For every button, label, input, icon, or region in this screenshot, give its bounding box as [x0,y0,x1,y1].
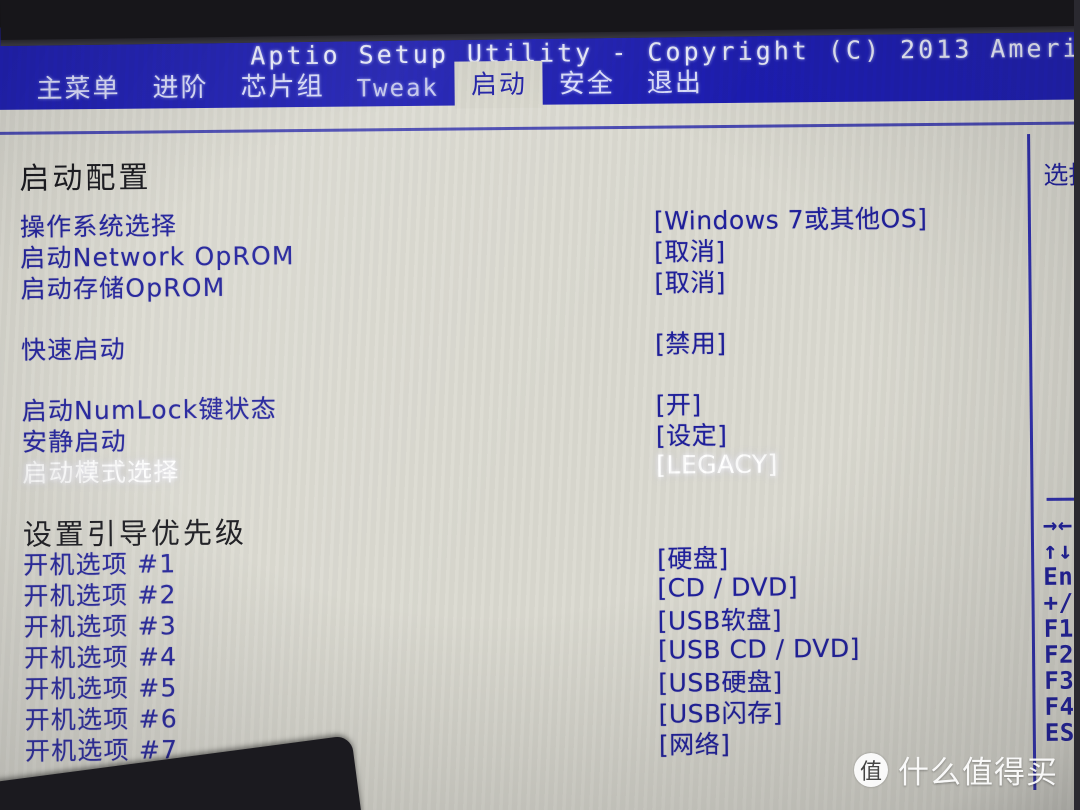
tab-chipset[interactable]: 芯片组 [224,64,340,108]
tab-boot[interactable]: 启动 [454,60,544,109]
setting-value[interactable]: [LEGACY] [656,449,778,479]
watermark-badge-icon: 值 [854,752,888,787]
monitor-screen-panel: Aptio Setup Utility - Copyright (C) 2013… [0,17,1080,810]
setting-value[interactable]: [禁用] [655,323,727,360]
watermark-text: 什么值得买 [898,755,1058,791]
watermark: 值 什么值得买 [854,747,1058,792]
setting-label: 启动存储OpROM [20,272,226,304]
tab-exit[interactable]: 退出 [631,60,719,104]
setting-label: 快速启动 [20,334,127,365]
setting-value[interactable]: [USB CD / DVD] [658,634,860,665]
setting-value[interactable]: [取消] [654,262,726,299]
page-title: 启动配置 [19,160,152,197]
setting-value[interactable]: [硬盘] [657,538,729,575]
help-panel: 选择 →← ↑↓ Ente +/- F1 F2 F3 F4 ESC [1027,129,1080,810]
monitor-bezel-right [1074,0,1080,810]
tab-main[interactable]: 主菜单 [20,66,136,110]
bios-content-area: 启动配置 操作系统选择 [Windows 7或其他OS] 启动Network OpR… [0,129,1080,810]
bios-menu-tabs: 主菜单 进阶 芯片组 Tweak 启动 安全 退出 [20,60,719,110]
tab-security[interactable]: 安全 [543,61,631,105]
tab-advanced[interactable]: 进阶 [136,65,224,109]
settings-list: 操作系统选择 [Windows 7或其他OS] 启动Network OpROM [取消… [0,200,1009,766]
tab-tweak[interactable]: Tweak [340,72,455,107]
setting-label: 启动模式选择 [22,456,180,488]
setting-value[interactable]: [设定] [656,415,728,452]
setting-value[interactable]: [网络] [659,724,731,761]
setting-value[interactable]: [USB软盘] [658,600,783,637]
setting-value[interactable]: [CD / DVD] [657,572,798,602]
bios-screenshot: Aptio Setup Utility - Copyright (C) 2013… [0,0,1080,810]
